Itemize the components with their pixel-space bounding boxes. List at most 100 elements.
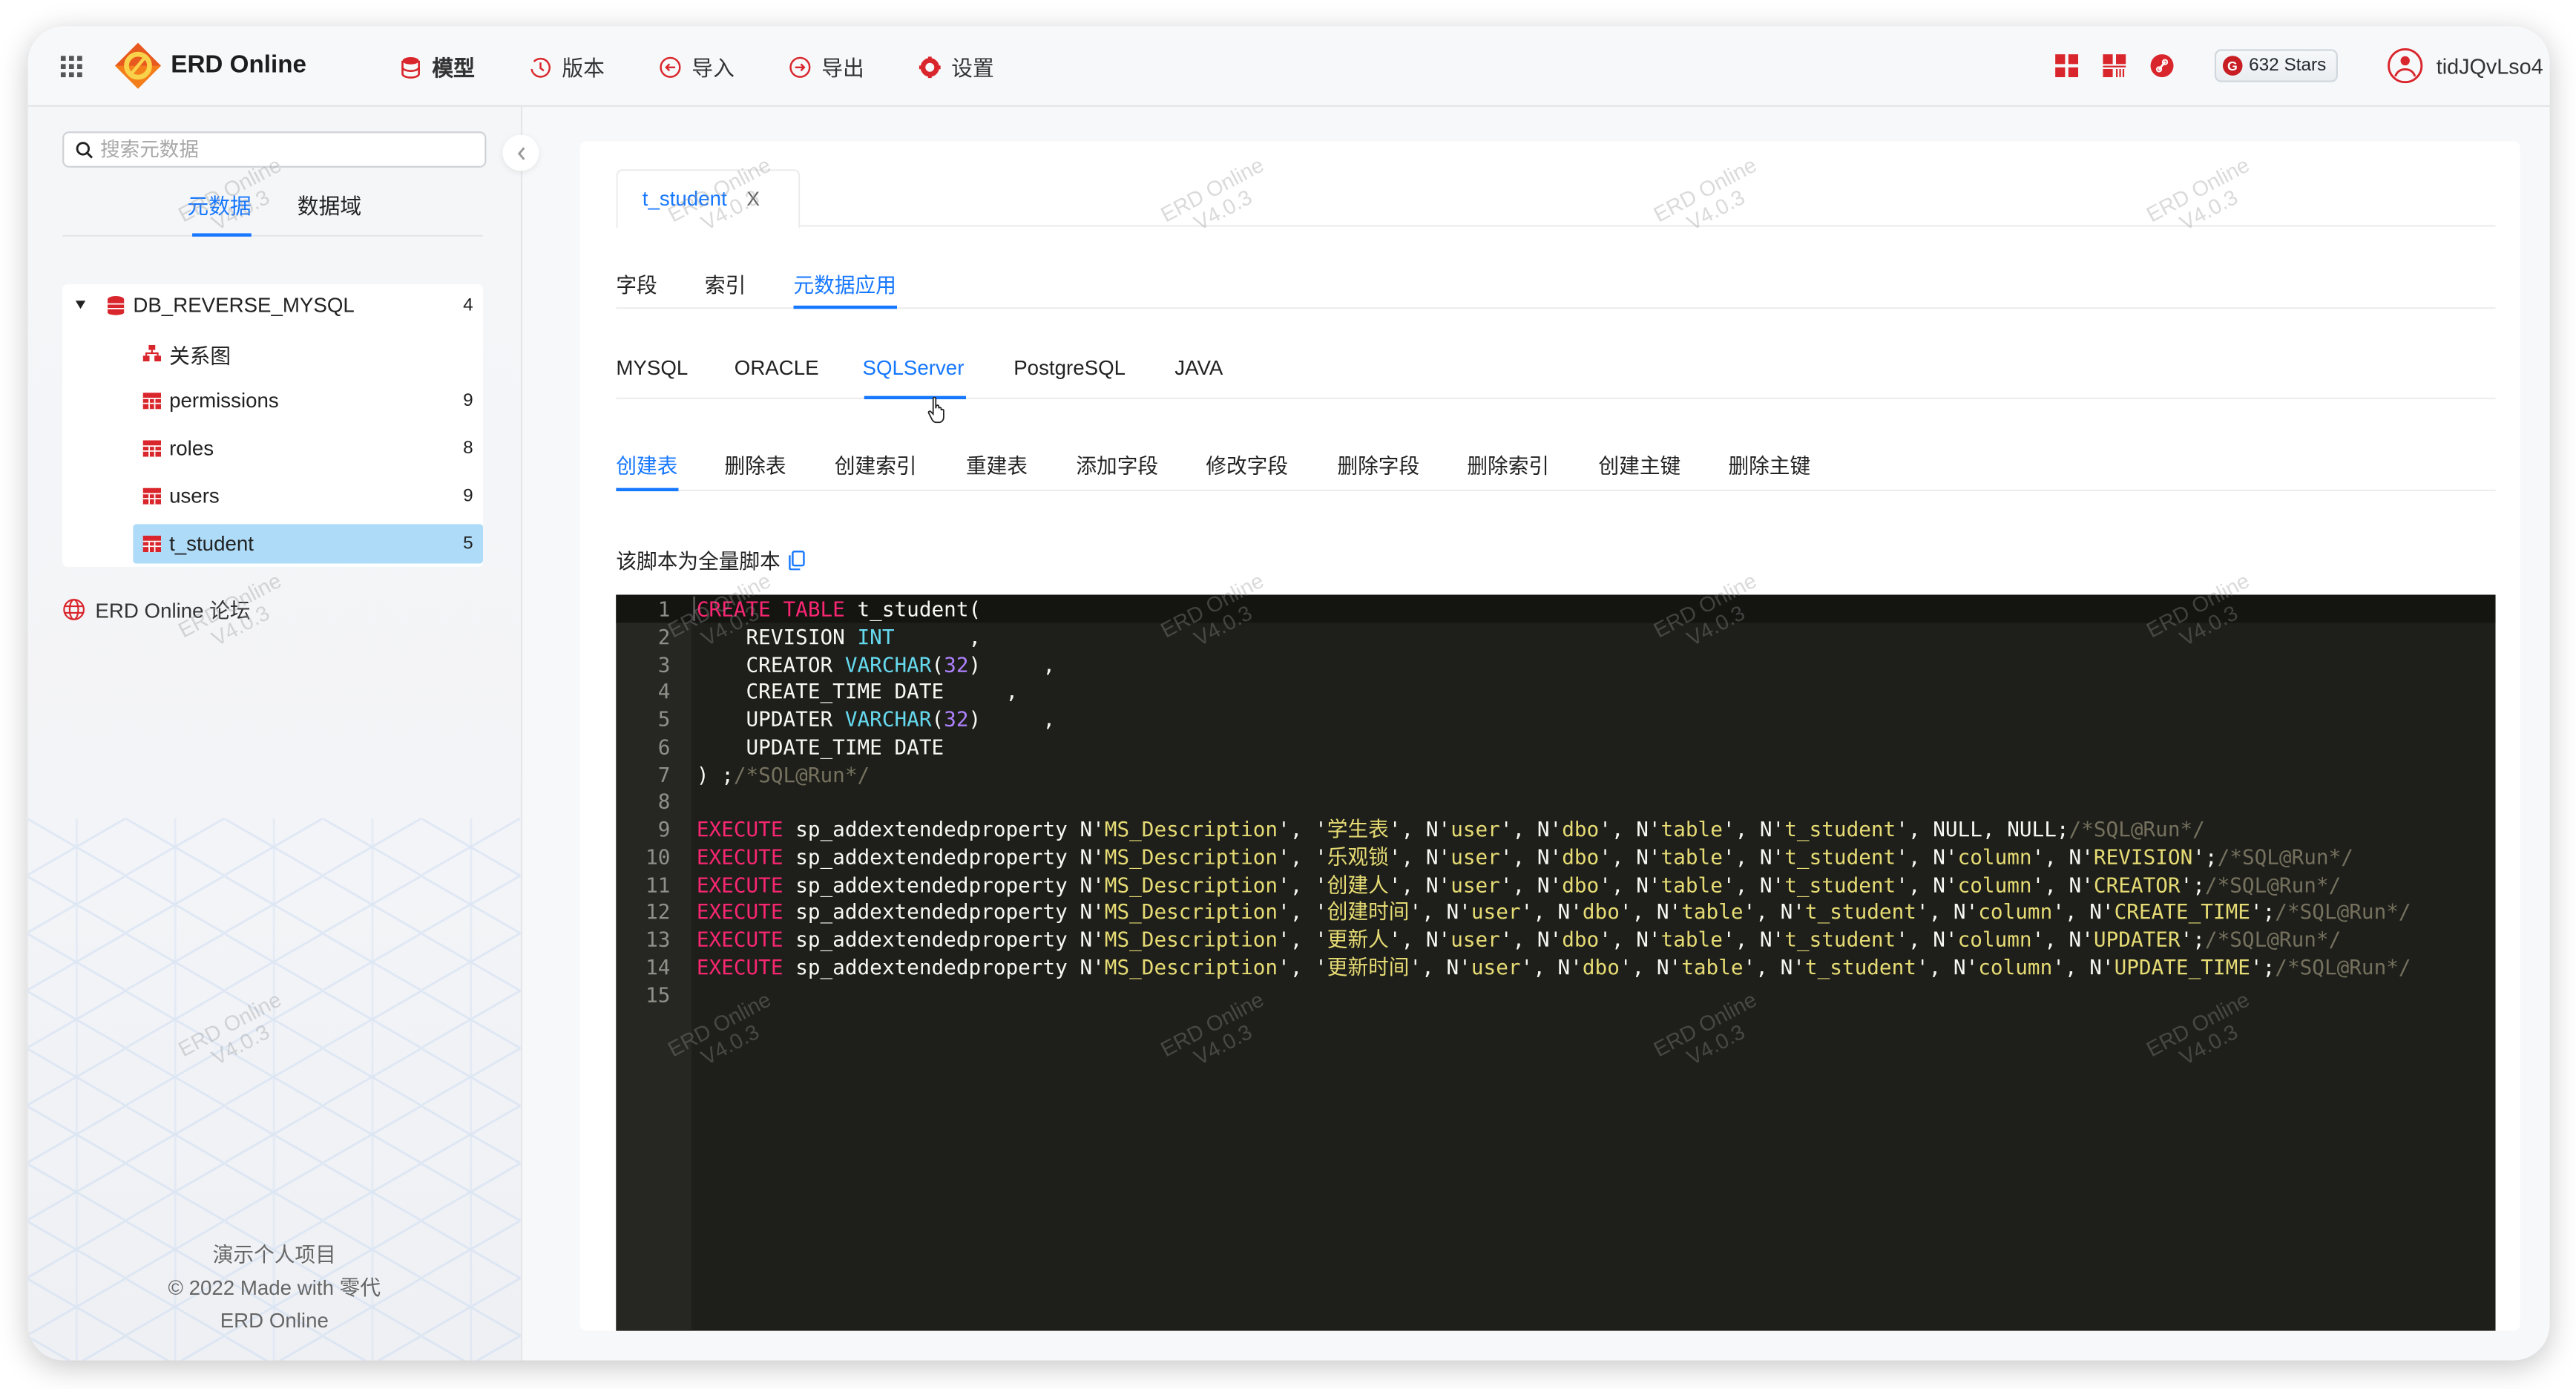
tab-create-index[interactable]: 创建索引 <box>835 449 917 480</box>
code-text: EXECUTE sp_addextendedproperty N'MS_Desc… <box>696 844 2353 869</box>
user-menu[interactable]: tidJQvLso4 <box>2387 47 2543 84</box>
code-text: CREATE TABLE t_student( <box>696 596 982 622</box>
tab-indexes[interactable]: 索引 <box>705 268 746 299</box>
nav-version[interactable]: 版本 <box>529 51 605 82</box>
tab-active-indicator <box>864 395 967 400</box>
link-circle-icon[interactable] <box>2150 54 2174 78</box>
code-text: EXECUTE sp_addextendedproperty N'MS_Desc… <box>696 816 2205 841</box>
tab-drop-index[interactable]: 删除索引 <box>1467 449 1549 480</box>
diagram-icon <box>142 345 162 362</box>
nav-export-label: 导出 <box>821 56 864 81</box>
line-number: 5 <box>657 706 671 732</box>
forum-link-label: ERD Online 论坛 <box>95 600 251 623</box>
tree-item-diagram[interactable]: 关系图 <box>62 334 483 373</box>
barcode-grid-icon[interactable] <box>2102 54 2126 78</box>
tab-java[interactable]: JAVA <box>1174 357 1223 380</box>
nav-model-label: 模型 <box>432 56 475 81</box>
tab-mysql[interactable]: MYSQL <box>616 357 688 380</box>
qr-grid-icon[interactable] <box>2054 54 2078 78</box>
tab-drop-table[interactable]: 删除表 <box>725 449 786 480</box>
search-icon <box>76 141 93 158</box>
sidebar: 元数据 数据域 DB_REVERSE_MYSQL 4 关系图 permissio… <box>27 106 523 1361</box>
tab-modify-column[interactable]: 修改字段 <box>1206 449 1288 480</box>
code-text: EXECUTE sp_addextendedproperty N'MS_Desc… <box>696 926 2342 952</box>
main-panel: t_student X 字段 索引 元数据应用 MYSQL ORACLE SQL… <box>579 141 2520 1331</box>
tab-metadata-apply[interactable]: 元数据应用 <box>794 268 896 299</box>
tab-sqlserver[interactable]: SQLServer <box>863 357 965 380</box>
nav-export[interactable]: 导出 <box>789 51 864 82</box>
tree-item-t-student[interactable]: t_student 5 <box>62 524 484 564</box>
import-icon <box>660 56 681 77</box>
line-number: 8 <box>657 789 671 814</box>
tab-postgresql[interactable]: PostgreSQL <box>1013 357 1126 380</box>
nav-settings-label: 设置 <box>951 56 994 81</box>
tab-oracle[interactable]: ORACLE <box>735 357 819 380</box>
user-avatar-icon <box>2388 47 2423 84</box>
sidebar-footer: 演示个人项目 © 2022 Made with 零代 ERD Online <box>28 1239 521 1338</box>
tab-active-indicator <box>192 233 252 237</box>
line-number: 6 <box>657 734 671 759</box>
code-text: EXECUTE sp_addextendedproperty N'MS_Desc… <box>696 871 2342 896</box>
caret-down-icon[interactable] <box>75 301 86 309</box>
code-line: 3 CREATOR VARCHAR(32) , <box>616 650 2495 678</box>
code-text: EXECUTE sp_addextendedproperty N'MS_Desc… <box>696 899 2411 924</box>
table-icon <box>142 535 162 553</box>
code-text: ) ;/*SQL@Run*/ <box>696 761 870 787</box>
table-icon <box>142 393 162 410</box>
line-number: 10 <box>645 844 671 869</box>
database-tabs: MYSQL ORACLE SQLServer PostgreSQL JAVA <box>616 347 2496 400</box>
gitee-logo-icon: G <box>2222 56 2243 76</box>
tree-item-roles[interactable]: roles 8 <box>62 429 483 468</box>
line-number: 1 <box>657 596 671 622</box>
line-number: 13 <box>645 926 671 952</box>
sidebar-collapse-button[interactable] <box>502 134 539 171</box>
nav-import[interactable]: 导入 <box>659 51 735 82</box>
main-nav: 模型 版本 导入 导出 设置 <box>399 51 1048 82</box>
code-line: 8 <box>616 787 2495 815</box>
tab-metadata[interactable]: 元数据 <box>187 189 251 220</box>
tab-drop-pk[interactable]: 删除主键 <box>1728 449 1810 480</box>
forum-link[interactable]: ERD Online 论坛 <box>62 593 251 624</box>
apps-grid-icon[interactable] <box>60 56 82 78</box>
close-icon[interactable]: X <box>746 187 760 210</box>
tree-item-label: 关系图 <box>169 344 231 367</box>
tree-root-db[interactable]: DB_REVERSE_MYSQL 4 <box>62 286 483 325</box>
nav-import-label: 导入 <box>691 56 735 81</box>
tree-item-permissions[interactable]: permissions 9 <box>62 381 483 421</box>
gitee-stars-button[interactable]: G 632 Stars <box>2214 49 2338 82</box>
script-note: 该脚本为全量脚本 <box>616 544 805 575</box>
metadata-search[interactable] <box>62 131 487 168</box>
sql-code-editor[interactable]: 1 CREATE TABLE t_student(2 REVISION INT ,… <box>616 594 2496 1331</box>
stars-count: 632 Stars <box>2249 56 2327 76</box>
line-number: 14 <box>645 953 671 979</box>
tree-item-label: roles <box>169 437 214 461</box>
tree-item-count: 5 <box>463 533 473 554</box>
tree-item-label: permissions <box>169 389 279 413</box>
tab-fields[interactable]: 字段 <box>616 268 657 299</box>
tab-data-domain[interactable]: 数据域 <box>298 189 361 220</box>
search-input[interactable] <box>100 138 462 162</box>
hand-cursor-icon <box>927 396 944 424</box>
tab-rebuild-table[interactable]: 重建表 <box>966 449 1028 480</box>
code-line: 10 EXECUTE sp_addextendedproperty N'MS_De… <box>616 842 2495 870</box>
tab-create-pk[interactable]: 创建主键 <box>1599 449 1681 480</box>
code-text: CREATOR VARCHAR(32) , <box>696 651 1056 677</box>
nav-settings[interactable]: 设置 <box>919 51 994 82</box>
tab-drop-column[interactable]: 删除字段 <box>1337 449 1419 480</box>
copy-icon[interactable] <box>789 550 805 570</box>
line-number: 4 <box>657 679 671 704</box>
tree-item-users[interactable]: users 9 <box>62 476 483 516</box>
tab-create-table[interactable]: 创建表 <box>616 449 677 480</box>
open-tab-t-student[interactable]: t_student X <box>616 169 801 229</box>
nav-model[interactable]: 模型 <box>399 51 475 82</box>
code-line: 2 REVISION INT , <box>616 623 2495 651</box>
metadata-tree: DB_REVERSE_MYSQL 4 关系图 permissions 9 rol… <box>62 284 484 567</box>
code-line: 15 <box>616 980 2495 1008</box>
model-db-icon <box>401 56 420 78</box>
line-number: 15 <box>645 982 671 1007</box>
tab-add-column[interactable]: 添加字段 <box>1076 449 1158 480</box>
code-line: 7) ;/*SQL@Run*/ <box>616 760 2495 788</box>
export-icon <box>789 56 811 77</box>
globe-icon <box>63 598 85 620</box>
code-text: CREATE_TIME DATE , <box>696 679 1019 704</box>
